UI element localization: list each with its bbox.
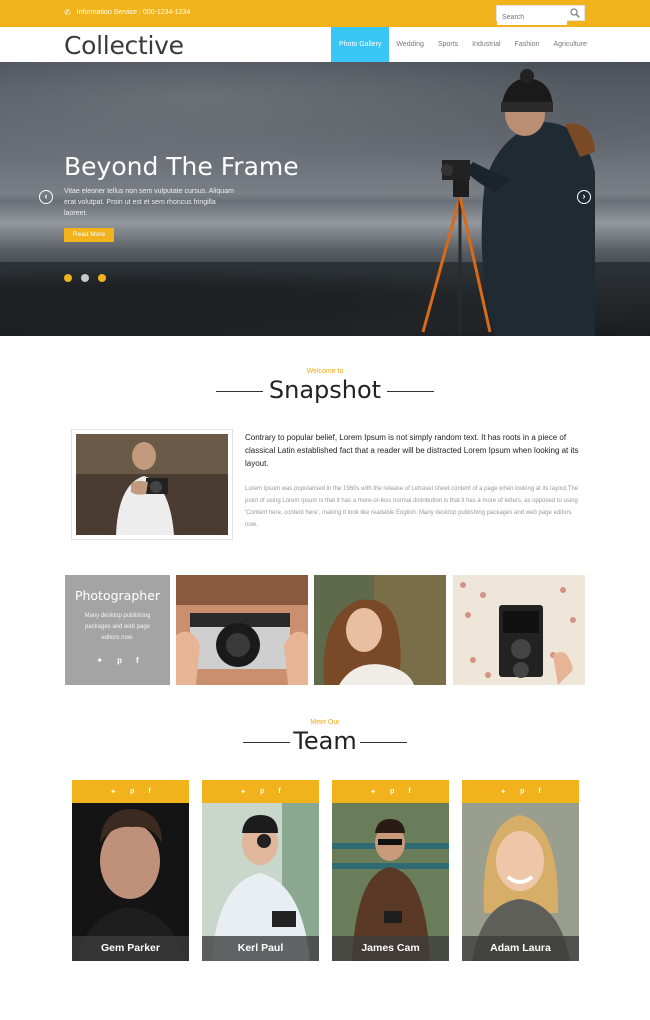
title-rule-right xyxy=(387,391,434,392)
slider-dots xyxy=(64,274,106,282)
member-name: Kerl Paul xyxy=(202,936,319,961)
phone-icon: ✆ xyxy=(64,8,71,17)
main-nav: Photo Gallery Wedding Sports Industrial … xyxy=(331,27,594,62)
team-member-card[interactable]: ✦ p f James Cam xyxy=(332,780,449,961)
team-member-card[interactable]: ✦ p f Kerl Paul xyxy=(202,780,319,961)
snapshot-title: Snapshot xyxy=(268,376,382,404)
header: Collective Photo Gallery Wedding Sports … xyxy=(0,27,650,62)
twitter-icon[interactable]: ✦ xyxy=(500,788,506,796)
facebook-icon[interactable]: f xyxy=(136,656,139,665)
title-rule-left xyxy=(216,391,263,392)
nav-industrial[interactable]: Industrial xyxy=(465,27,507,62)
member-social-bar: ✦ p f xyxy=(462,780,579,803)
member-name: Gem Parker xyxy=(72,936,189,961)
pinterest-icon[interactable]: p xyxy=(117,656,122,665)
nav-wedding[interactable]: Wedding xyxy=(389,27,431,62)
team-rule-left xyxy=(243,742,290,743)
about-photographer-image xyxy=(72,430,232,539)
member-name: Adam Laura xyxy=(462,936,579,961)
team-rule-right xyxy=(360,742,407,743)
pinterest-icon[interactable]: p xyxy=(130,788,134,795)
top-bar: ✆ Information Service : 000-1234-1234 xyxy=(0,0,650,27)
hero-slider: Beyond The Frame Vitae eleoner tellus no… xyxy=(0,62,650,336)
nav-photo-gallery[interactable]: Photo Gallery xyxy=(331,27,390,62)
hero-text: Vitae eleoner tellus non sem vulputate c… xyxy=(64,188,234,217)
search-box[interactable] xyxy=(496,5,585,25)
member-social-bar: ✦ p f xyxy=(332,780,449,803)
hero-title: Beyond The Frame xyxy=(64,152,299,181)
photographer-card-text: Many desktop publishing packages and web… xyxy=(84,613,151,641)
slider-next-arrow-icon[interactable]: › xyxy=(577,190,591,204)
pinterest-icon[interactable]: p xyxy=(260,788,264,795)
member-name: James Cam xyxy=(332,936,449,961)
facebook-icon[interactable]: f xyxy=(408,788,410,795)
slider-dot-2[interactable] xyxy=(81,274,89,282)
facebook-icon[interactable]: f xyxy=(148,788,150,795)
photographer-card-title: Photographer xyxy=(74,588,161,603)
site-logo[interactable]: Collective xyxy=(64,31,184,60)
member-social-bar: ✦ p f xyxy=(72,780,189,803)
pinterest-icon[interactable]: p xyxy=(390,788,394,795)
pinterest-icon[interactable]: p xyxy=(520,788,524,795)
search-input[interactable] xyxy=(497,10,567,25)
member-social-bar: ✦ p f xyxy=(202,780,319,803)
twitter-icon[interactable]: ✦ xyxy=(240,788,246,796)
gallery-image-camera-hands[interactable] xyxy=(176,575,308,685)
gallery-image-vintage-camera[interactable] xyxy=(453,575,585,685)
slider-prev-arrow-icon[interactable]: ‹ xyxy=(39,190,53,204)
read-more-button[interactable]: Read More xyxy=(64,228,114,242)
facebook-icon[interactable]: f xyxy=(538,788,540,795)
slider-dot-1[interactable] xyxy=(64,274,72,282)
nav-agriculture[interactable]: Agriculture xyxy=(546,27,593,62)
team-kicker: Meet Our xyxy=(310,719,340,726)
info-service-label: Information Service : 000-1234-1234 xyxy=(76,9,191,16)
photographer-card: Photographer Many desktop publishing pac… xyxy=(65,575,170,685)
twitter-icon[interactable]: ✦ xyxy=(96,656,103,665)
team-title: Team xyxy=(293,727,357,755)
team-member-card[interactable]: ✦ p f Gem Parker xyxy=(72,780,189,961)
search-icon[interactable] xyxy=(570,8,580,18)
team-member-card[interactable]: ✦ p f Adam Laura xyxy=(462,780,579,961)
facebook-icon[interactable]: f xyxy=(278,788,280,795)
about-lead-text: Contrary to popular belief, Lorem Ipsum … xyxy=(245,433,579,468)
snapshot-kicker: Welcome to xyxy=(306,368,344,375)
info-service: ✆ Information Service : 000-1234-1234 xyxy=(64,8,190,17)
gallery-image-woman-portrait[interactable] xyxy=(314,575,446,685)
slider-dot-3[interactable] xyxy=(98,274,106,282)
nav-fashion[interactable]: Fashion xyxy=(508,27,547,62)
photographer-social: ✦ p f xyxy=(65,656,170,665)
twitter-icon[interactable]: ✦ xyxy=(370,788,376,796)
about-body-text: Lorem Ipsum was popularised in the 1960s… xyxy=(245,486,579,528)
nav-sports[interactable]: Sports xyxy=(431,27,465,62)
twitter-icon[interactable]: ✦ xyxy=(110,788,116,796)
